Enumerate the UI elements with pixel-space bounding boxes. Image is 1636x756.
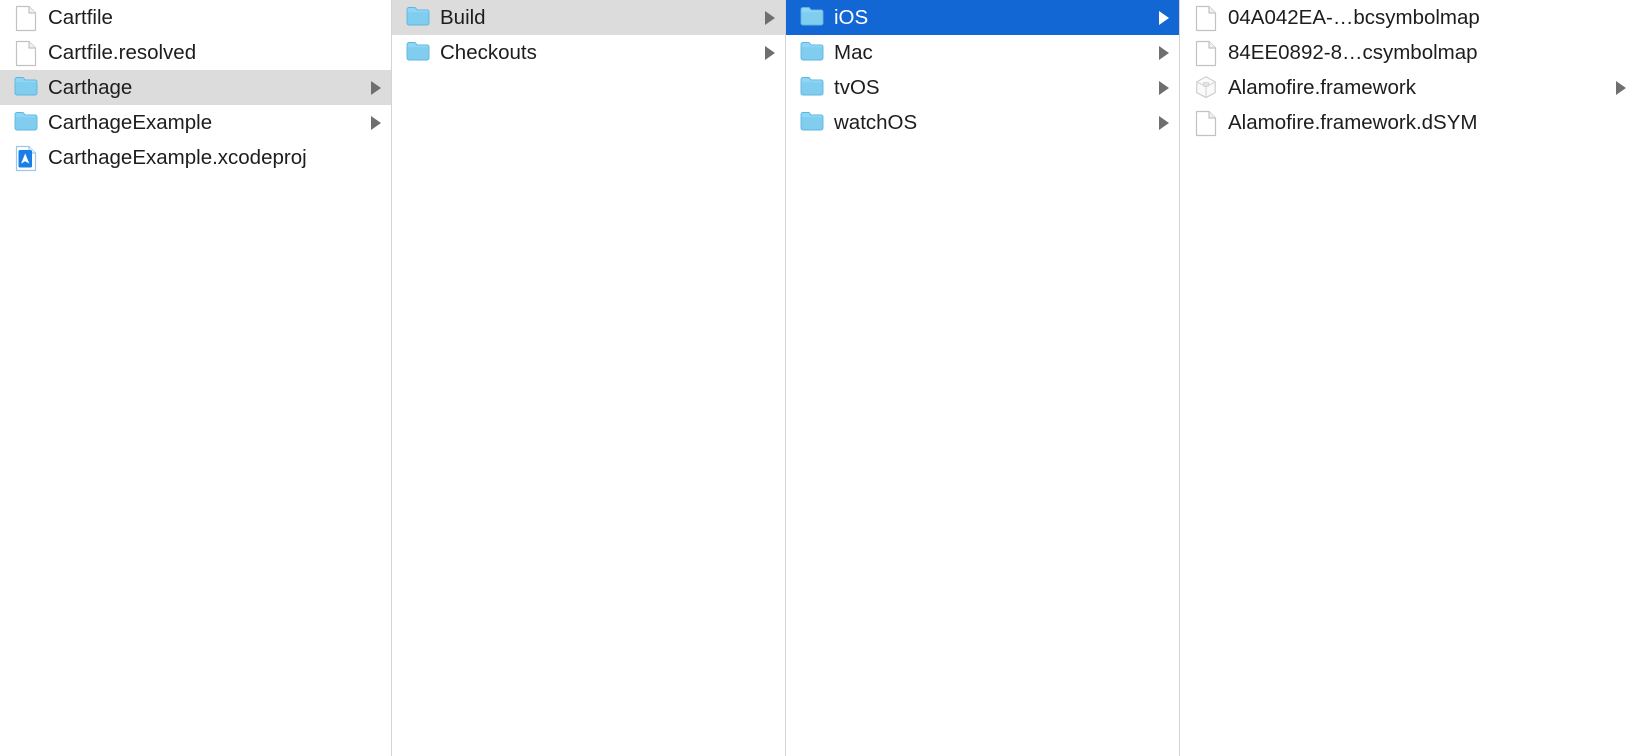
document-icon: [1194, 110, 1218, 136]
xcodeproj-icon: [14, 145, 38, 171]
file-name-label: iOS: [834, 5, 869, 29]
file-row[interactable]: CarthageExample: [0, 105, 391, 140]
file-row[interactable]: iOS: [786, 0, 1179, 35]
chevron-right-icon[interactable]: [765, 10, 775, 25]
column-1: Cartfile Cartfile.resolved Carthage Carthag…: [0, 0, 392, 756]
document-icon: [1194, 40, 1218, 66]
chevron-right-icon[interactable]: [765, 45, 775, 60]
file-row[interactable]: 04A042EA-…bcsymbolmap: [1180, 0, 1636, 35]
file-name-label: 84EE0892-8…csymbolmap: [1228, 40, 1478, 64]
file-name-label: Checkouts: [440, 40, 537, 64]
file-name-label: Build: [440, 5, 486, 29]
column-4: 04A042EA-…bcsymbolmap 84EE0892-8…csymbolm…: [1180, 0, 1636, 756]
file-name-label: CarthageExample: [48, 110, 213, 134]
column-2: Build Checkouts: [392, 0, 786, 756]
file-row[interactable]: tvOS: [786, 70, 1179, 105]
file-row[interactable]: Cartfile.resolved: [0, 35, 391, 70]
folder-icon: [800, 5, 824, 31]
chevron-right-icon[interactable]: [371, 115, 381, 130]
file-row[interactable]: Alamofire.framework.dSYM: [1180, 105, 1636, 140]
file-row[interactable]: watchOS: [786, 105, 1179, 140]
document-icon: [1194, 5, 1218, 31]
file-row[interactable]: CarthageExample.xcodeproj: [0, 140, 391, 175]
file-row[interactable]: Checkouts: [392, 35, 785, 70]
file-name-label: 04A042EA-…bcsymbolmap: [1228, 5, 1480, 29]
folder-icon: [800, 110, 824, 136]
chevron-right-icon[interactable]: [1616, 80, 1626, 95]
chevron-right-icon[interactable]: [371, 80, 381, 95]
document-icon: [14, 40, 38, 66]
file-row[interactable]: Carthage: [0, 70, 391, 105]
chevron-right-icon[interactable]: [1159, 10, 1169, 25]
file-name-label: Cartfile: [48, 5, 113, 29]
file-name-label: Alamofire.framework: [1228, 75, 1416, 99]
folder-icon: [800, 75, 824, 101]
chevron-right-icon[interactable]: [1159, 80, 1169, 95]
file-name-label: tvOS: [834, 75, 880, 99]
file-name-label: Mac: [834, 40, 873, 64]
finder-column-view: Cartfile Cartfile.resolved Carthage Carthag…: [0, 0, 1636, 756]
file-name-label: Alamofire.framework.dSYM: [1228, 110, 1478, 134]
file-row[interactable]: Alamofire.framework: [1180, 70, 1636, 105]
file-row[interactable]: 84EE0892-8…csymbolmap: [1180, 35, 1636, 70]
framework-icon: [1194, 75, 1218, 101]
chevron-right-icon[interactable]: [1159, 45, 1169, 60]
column-3: iOS Mac tvOS watchOS: [786, 0, 1180, 756]
chevron-right-icon[interactable]: [1159, 115, 1169, 130]
file-name-label: CarthageExample.xcodeproj: [48, 145, 307, 169]
file-row[interactable]: Mac: [786, 35, 1179, 70]
file-row[interactable]: Cartfile: [0, 0, 391, 35]
folder-icon: [406, 40, 430, 66]
file-name-label: watchOS: [834, 110, 918, 134]
file-name-label: Carthage: [48, 75, 133, 99]
folder-icon: [14, 110, 38, 136]
document-icon: [14, 5, 38, 31]
folder-icon: [800, 40, 824, 66]
file-name-label: Cartfile.resolved: [48, 40, 197, 64]
folder-icon: [14, 75, 38, 101]
file-row[interactable]: Build: [392, 0, 785, 35]
folder-icon: [406, 5, 430, 31]
